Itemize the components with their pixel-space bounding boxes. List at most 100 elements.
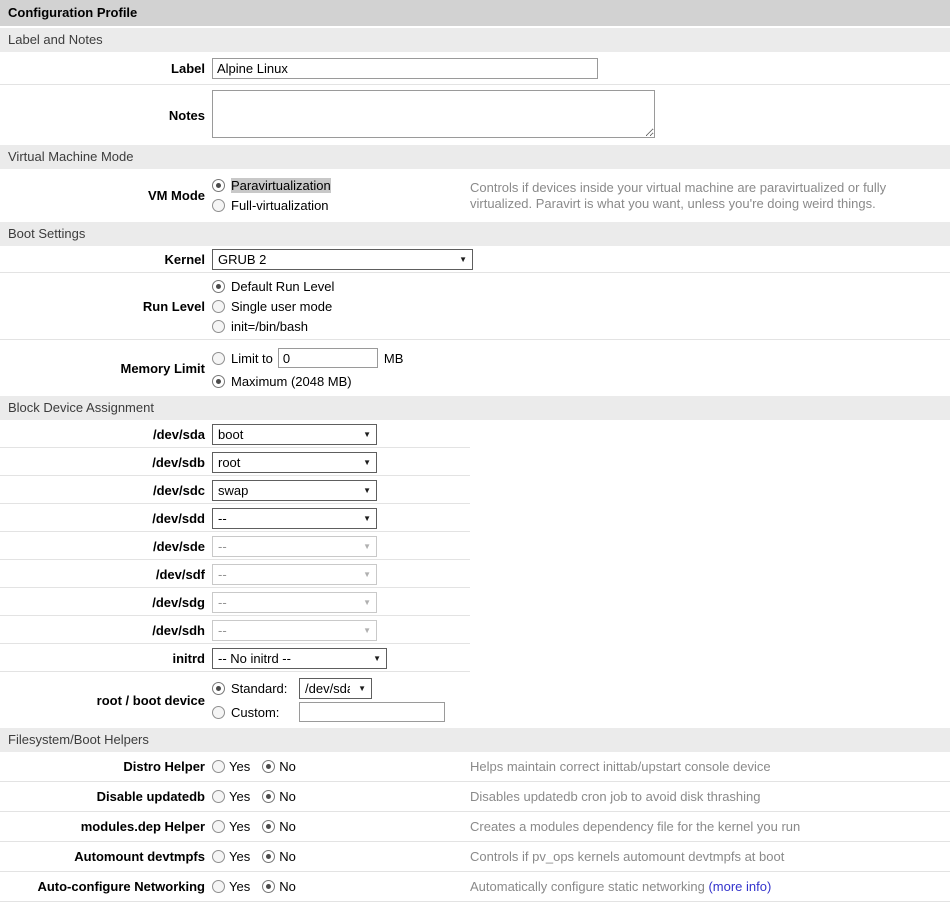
- helper-row-automount-devtmpfs: Automount devtmpfs Yes No Controls if pv…: [0, 842, 950, 872]
- memory-limit-limit-to-label: Limit to: [231, 351, 273, 366]
- vm-mode-radio-full-virtualization[interactable]: [212, 199, 225, 212]
- kernel-label: Kernel: [0, 252, 212, 267]
- dropdown-arrow-icon: [363, 626, 371, 635]
- vm-mode-help-text: Controls if devices inside your virtual …: [470, 180, 938, 212]
- distro-helper-radio-no[interactable]: [262, 760, 275, 773]
- block-device-label: /dev/sdc: [0, 483, 212, 498]
- section-header-label-and-notes: Label and Notes: [0, 28, 950, 52]
- block-device-select-value: boot: [218, 427, 355, 442]
- memory-limit-options: Limit to MB Maximum (2048 MB): [212, 345, 403, 391]
- auto-configure-networking-radio-no[interactable]: [262, 880, 275, 893]
- dropdown-arrow-icon: [363, 486, 371, 495]
- block-device-select-sde: --: [212, 536, 377, 557]
- yes-label: Yes: [229, 879, 250, 894]
- helper-option-no: No: [262, 819, 296, 834]
- helper-help-text: Automatically configure static networkin…: [470, 879, 938, 895]
- notes-textarea[interactable]: [212, 90, 655, 138]
- kernel-row: Kernel GRUB 2: [0, 246, 950, 273]
- root-device-radio-custom[interactable]: [212, 706, 225, 719]
- label-row: Label: [0, 52, 950, 85]
- block-device-select-value: --: [218, 567, 355, 582]
- run-level-radio-single-user[interactable]: [212, 300, 225, 313]
- disable-updatedb-radio-no[interactable]: [262, 790, 275, 803]
- root-boot-device-row: root / boot device Standard: /dev/sda Cu…: [0, 672, 950, 728]
- block-device-select-sdh: --: [212, 620, 377, 641]
- distro-helper-radio-yes[interactable]: [212, 760, 225, 773]
- vm-mode-label: VM Mode: [0, 188, 212, 203]
- memory-limit-option-maximum: Maximum (2048 MB): [212, 371, 403, 391]
- vm-mode-radio-paravirtualization[interactable]: [212, 179, 225, 192]
- dropdown-arrow-icon: [363, 570, 371, 579]
- initrd-label: initrd: [0, 651, 212, 666]
- root-device-option-standard: Standard: /dev/sda: [212, 676, 445, 700]
- helper-option-yes: Yes: [212, 879, 250, 894]
- run-level-option-label: init=/bin/bash: [231, 319, 308, 334]
- helper-row-modules-dep: modules.dep Helper Yes No Creates a modu…: [0, 812, 950, 842]
- helper-option-yes: Yes: [212, 849, 250, 864]
- root-device-custom-label: Custom:: [231, 705, 299, 720]
- run-level-radio-init-bash[interactable]: [212, 320, 225, 333]
- helper-help-text: Controls if pv_ops kernels automount dev…: [470, 849, 938, 865]
- block-device-select-value: --: [218, 511, 355, 526]
- dropdown-arrow-icon: [363, 542, 371, 551]
- run-level-radio-default[interactable]: [212, 280, 225, 293]
- block-device-select-sdb[interactable]: root: [212, 452, 377, 473]
- root-device-standard-label: Standard:: [231, 681, 299, 696]
- root-device-standard-select[interactable]: /dev/sda: [299, 678, 372, 699]
- no-label: No: [279, 879, 296, 894]
- notes-field-label: Notes: [0, 108, 212, 123]
- modules-dep-radio-no[interactable]: [262, 820, 275, 833]
- block-device-label: /dev/sde: [0, 539, 212, 554]
- block-device-row-sdh: /dev/sdh --: [0, 616, 950, 644]
- helper-help-text: Disables updatedb cron job to avoid disk…: [470, 789, 938, 805]
- automount-devtmpfs-radio-no[interactable]: [262, 850, 275, 863]
- block-device-select-value: swap: [218, 483, 355, 498]
- root-device-radio-standard[interactable]: [212, 682, 225, 695]
- run-level-option-label: Single user mode: [231, 299, 332, 314]
- section-header-boot-settings: Boot Settings: [0, 222, 950, 246]
- automount-devtmpfs-radio-yes[interactable]: [212, 850, 225, 863]
- block-device-label: /dev/sdg: [0, 595, 212, 610]
- dropdown-arrow-icon: [373, 654, 381, 663]
- vm-mode-option-label: Paravirtualization: [231, 178, 331, 193]
- no-label: No: [279, 849, 296, 864]
- run-level-options: Default Run Level Single user mode init=…: [212, 276, 334, 336]
- helper-label: Automount devtmpfs: [0, 849, 212, 864]
- helper-row-disable-updatedb: Disable updatedb Yes No Disables updated…: [0, 782, 950, 812]
- block-device-row-sda: /dev/sda boot: [0, 420, 950, 448]
- helper-option-yes: Yes: [212, 819, 250, 834]
- section-header-block-device-assignment: Block Device Assignment: [0, 396, 950, 420]
- dropdown-arrow-icon: [363, 430, 371, 439]
- kernel-select[interactable]: GRUB 2: [212, 249, 473, 270]
- vm-mode-option-full-virtualization: Full-virtualization: [212, 196, 470, 216]
- helper-label: Disable updatedb: [0, 789, 212, 804]
- auto-configure-networking-radio-yes[interactable]: [212, 880, 225, 893]
- root-device-standard-value: /dev/sda: [305, 681, 350, 696]
- helper-options: Yes No: [212, 849, 470, 864]
- helper-options: Yes No: [212, 789, 470, 804]
- label-input[interactable]: [212, 58, 598, 79]
- notes-row: Notes: [0, 85, 950, 145]
- memory-limit-radio-limit-to[interactable]: [212, 352, 225, 365]
- no-label: No: [279, 759, 296, 774]
- helper-option-no: No: [262, 849, 296, 864]
- root-device-custom-input[interactable]: [299, 702, 445, 722]
- disable-updatedb-radio-yes[interactable]: [212, 790, 225, 803]
- block-device-select-sdg: --: [212, 592, 377, 613]
- block-device-select-sdc[interactable]: swap: [212, 480, 377, 501]
- initrd-select[interactable]: -- No initrd --: [212, 648, 387, 669]
- helper-option-yes: Yes: [212, 759, 250, 774]
- label-field-control: [212, 58, 598, 79]
- helper-label: Auto-configure Networking: [0, 879, 212, 894]
- memory-limit-input[interactable]: [278, 348, 378, 368]
- modules-dep-radio-yes[interactable]: [212, 820, 225, 833]
- memory-limit-radio-maximum[interactable]: [212, 375, 225, 388]
- yes-label: Yes: [229, 819, 250, 834]
- block-device-select-sdd[interactable]: --: [212, 508, 377, 529]
- more-info-link[interactable]: (more info): [708, 879, 771, 894]
- helper-row-auto-configure-networking: Auto-configure Networking Yes No Automat…: [0, 872, 950, 902]
- vm-mode-option-label: Full-virtualization: [231, 198, 329, 213]
- block-device-select-sda[interactable]: boot: [212, 424, 377, 445]
- section-header-virtual-machine-mode: Virtual Machine Mode: [0, 145, 950, 169]
- helper-option-no: No: [262, 789, 296, 804]
